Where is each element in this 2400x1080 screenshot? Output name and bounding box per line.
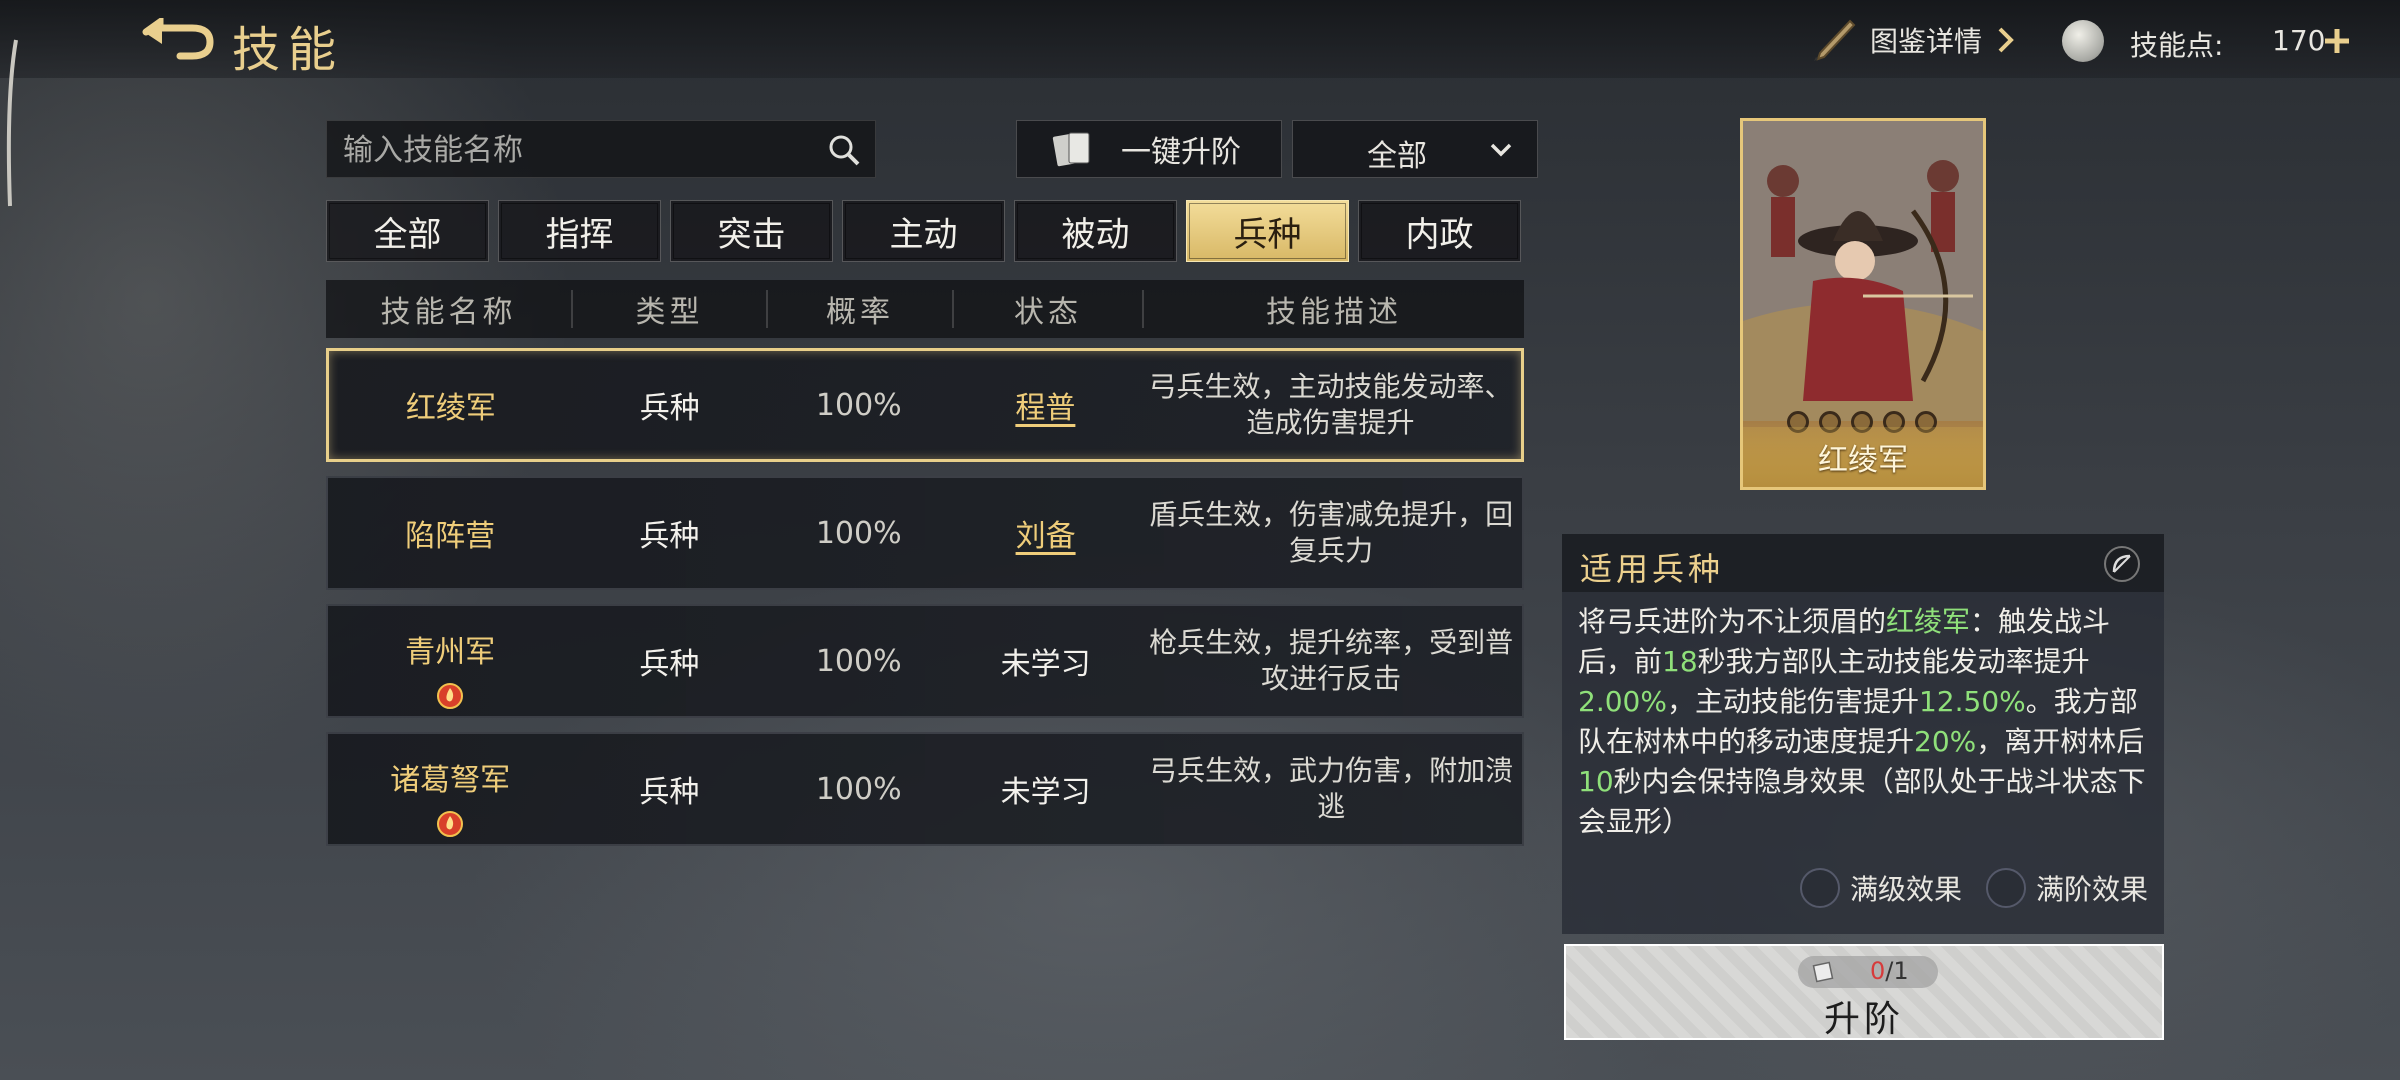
- search-input[interactable]: [341, 129, 815, 171]
- skill-description: 盾兵生效，伤害减免提升，回复兵力: [1149, 498, 1514, 567]
- tab-internal-affairs[interactable]: 内政: [1358, 200, 1521, 262]
- skill-rate: 100%: [815, 643, 902, 679]
- effect-text-segment: ，主动技能伤害提升: [1666, 685, 1919, 718]
- skill-name: 诸葛弩军: [390, 763, 511, 798]
- header-description: 技能描述: [1266, 295, 1402, 330]
- effect-highlight: 12.50%: [1918, 685, 2026, 718]
- material-count: 0/1: [1870, 957, 1909, 985]
- skill-description: 弓兵生效，主动技能发动率、造成伤害提升: [1148, 370, 1513, 439]
- effect-text-segment: ，离开树林后: [1976, 725, 2145, 758]
- skill-effect-text: 将弓兵进阶为不让须眉的红绫军：触发战斗后，前18秒我方部队主动技能发动率提升2.…: [1578, 602, 2150, 842]
- header-skill-name: 技能名称: [380, 295, 517, 330]
- upgrade-rank-button[interactable]: 0/1 升阶: [1564, 944, 2164, 1040]
- effect-text-segment: 秒内会保持隐身效果（部队处于战斗状态下会显形）: [1578, 765, 2146, 838]
- table-row[interactable]: 诸葛弩军 兵种 100% 未学习 弓兵生效，武力伤害，附加溃逃: [326, 732, 1524, 846]
- header-type: 类型: [635, 295, 704, 330]
- table-row[interactable]: 青州军 兵种 100% 未学习 枪兵生效，提升统率，受到普攻进行反击: [326, 604, 1524, 718]
- skill-points-label: 技能点:: [2130, 29, 2224, 62]
- skill-type: 兵种: [639, 519, 700, 554]
- flame-badge-icon: [437, 683, 463, 709]
- chevron-down-icon: [1490, 143, 1512, 157]
- toggle-radio: [1986, 868, 2026, 908]
- header-state: 状态: [1014, 295, 1082, 330]
- top-bar: [0, 0, 2400, 78]
- cards-icon: [1052, 132, 1090, 167]
- back-arrow-icon[interactable]: [140, 18, 216, 60]
- page-title: 技能: [232, 22, 345, 78]
- skill-name: 红绫军: [405, 391, 496, 426]
- archer-portrait-image: [1743, 121, 1983, 421]
- max-rank-effect-toggle[interactable]: 满阶效果: [1986, 868, 2148, 908]
- skill-card: 红绫军: [1740, 118, 1986, 490]
- skill-search-box: [326, 120, 876, 178]
- flame-badge-icon: [437, 811, 463, 837]
- effect-highlight: 2.00%: [1578, 685, 1667, 718]
- filter-selected-label: 全部: [1367, 139, 1427, 174]
- skill-rate: 100%: [815, 515, 902, 551]
- effect-highlight: 10: [1578, 765, 1614, 798]
- max-level-effect-toggle[interactable]: 满级效果: [1800, 868, 1962, 908]
- effect-text-segment: 秒我方部队主动技能发动率提升: [1697, 645, 2090, 678]
- effect-highlight: 18: [1662, 645, 1698, 678]
- material-have: 0: [1870, 957, 1886, 985]
- skill-name: 青州军: [405, 635, 496, 670]
- max-rank-effect-label: 满阶效果: [2036, 873, 2149, 906]
- add-skill-points-button[interactable]: [2322, 26, 2352, 56]
- effect-highlight: 20%: [1914, 725, 1977, 758]
- skill-description: 枪兵生效，提升统率，受到普攻进行反击: [1149, 626, 1514, 695]
- codex-detail-link[interactable]: 图鉴详情: [1812, 14, 2016, 66]
- search-icon[interactable]: [827, 133, 861, 167]
- category-tabs: 全部 指挥 突击 主动 被动 兵种 内政: [326, 200, 1524, 262]
- skill-type: 兵种: [639, 775, 700, 810]
- codex-detail-label: 图鉴详情: [1870, 25, 1983, 58]
- effect-highlight: 红绫军: [1886, 605, 1971, 638]
- tab-command[interactable]: 指挥: [498, 200, 661, 262]
- upgrade-all-button[interactable]: 一键升阶: [1016, 120, 1282, 178]
- upgrade-all-label: 一键升阶: [1121, 135, 1241, 170]
- skill-type: 兵种: [639, 391, 700, 426]
- table-row[interactable]: 陷阵营 兵种 100% 刘备 盾兵生效，伤害减免提升，回复兵力: [326, 476, 1524, 590]
- chevron-right-icon: [1998, 27, 2014, 53]
- card-skill-name: 红绫军: [1818, 443, 1908, 478]
- edge-decoration: [6, 39, 18, 207]
- skill-description: 弓兵生效，武力伤害，附加溃逃: [1149, 754, 1514, 823]
- max-level-effect-label: 满级效果: [1850, 873, 1963, 906]
- table-row[interactable]: 红绫军 兵种 100% 程普 弓兵生效，主动技能发动率、造成伤害提升: [326, 348, 1524, 462]
- skill-rate: 100%: [815, 771, 902, 807]
- skill-state-general-link[interactable]: 程普: [951, 383, 1140, 427]
- archer-type-icon: [2104, 546, 2140, 582]
- skill-rate: 100%: [815, 387, 902, 423]
- scroll-material-icon: [1812, 961, 1834, 983]
- tab-active[interactable]: 主动: [842, 200, 1005, 262]
- skill-name: 陷阵营: [405, 519, 496, 554]
- filter-dropdown[interactable]: 全部: [1292, 120, 1538, 178]
- material-need: /1: [1885, 957, 1909, 985]
- skill-state: 未学习: [1000, 647, 1091, 682]
- tab-all[interactable]: 全部: [326, 200, 489, 262]
- skill-point-coin-icon: [2062, 20, 2104, 62]
- material-cost-pill: 0/1: [1798, 956, 1938, 988]
- skill-detail-panel: 适用兵种 将弓兵进阶为不让须眉的红绫军：触发战斗后，前18秒我方部队主动技能发动…: [1562, 534, 2164, 934]
- tab-assault[interactable]: 突击: [670, 200, 833, 262]
- tab-passive[interactable]: 被动: [1014, 200, 1177, 262]
- header-rate: 概率: [826, 295, 894, 330]
- skill-state-general-link[interactable]: 刘备: [951, 511, 1140, 555]
- upgrade-rank-label: 升阶: [1823, 999, 1904, 1040]
- brush-icon: [1814, 19, 1856, 61]
- skill-type: 兵种: [639, 647, 700, 682]
- effect-text-segment: 将弓兵进阶为不让须眉的: [1578, 605, 1887, 638]
- toggle-radio: [1800, 868, 1840, 908]
- table-header: 技能名称 类型 概率 状态 技能描述: [326, 280, 1524, 338]
- tab-troop-type[interactable]: 兵种: [1186, 200, 1349, 262]
- skill-state: 未学习: [1000, 775, 1091, 810]
- skill-points-value: 170: [2272, 24, 2326, 57]
- panel-title: 适用兵种: [1580, 550, 1725, 588]
